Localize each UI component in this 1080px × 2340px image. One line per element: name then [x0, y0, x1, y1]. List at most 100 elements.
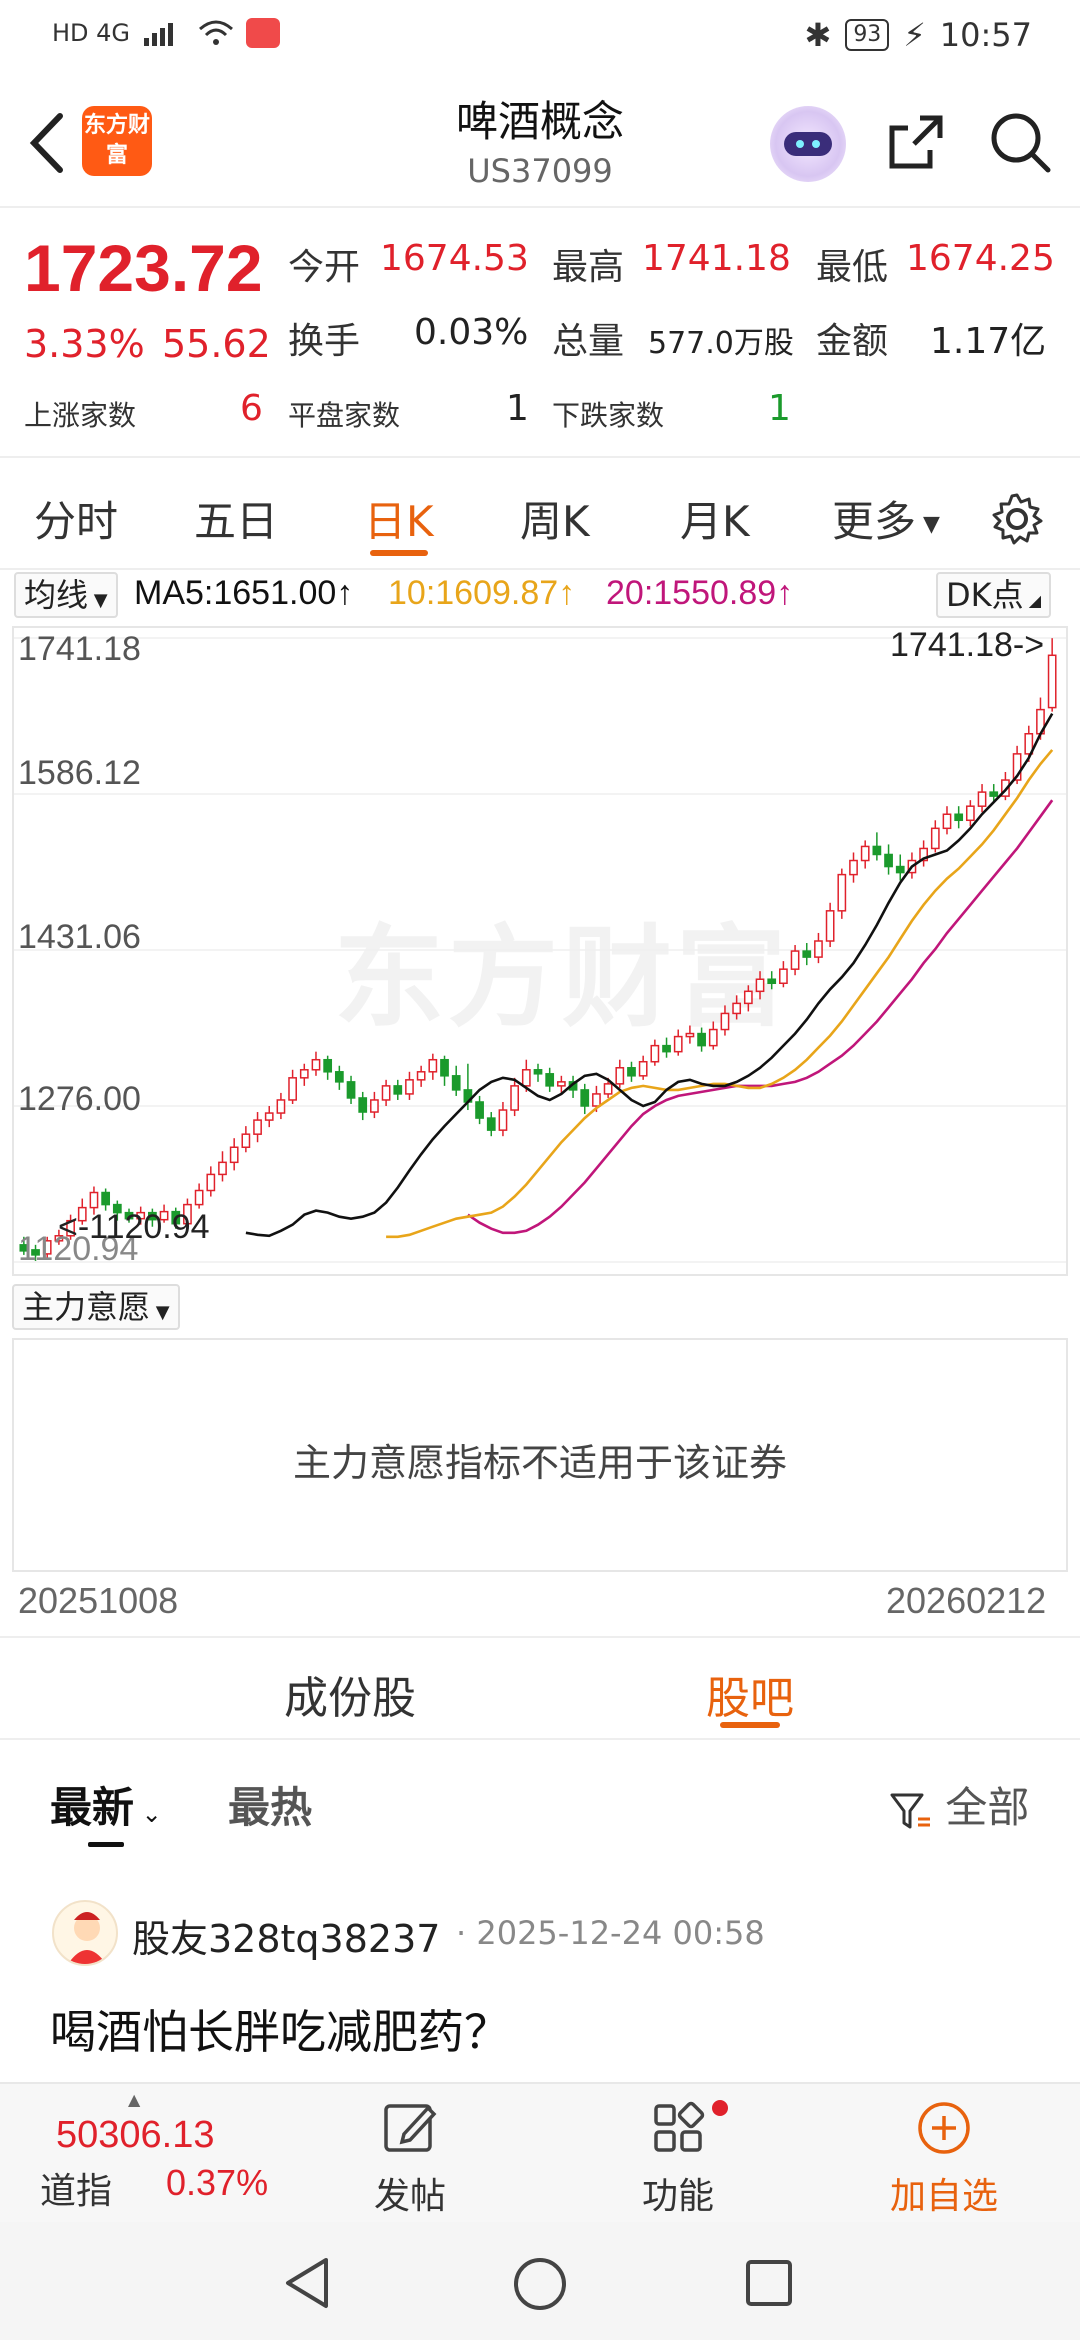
candle-down	[393, 1085, 403, 1095]
divider	[0, 456, 1080, 458]
post-label: 发帖	[373, 2176, 446, 2217]
tab-constituents[interactable]: 成份股	[284, 1662, 416, 1726]
low-value: 1674.25	[906, 238, 1055, 279]
sort-latest[interactable]: 最新 ⌄	[50, 1774, 162, 1835]
candle-up	[942, 813, 952, 830]
ma10-value: 10:1609.87↑	[388, 574, 575, 613]
tab-forum[interactable]: 股吧	[706, 1662, 794, 1726]
down-count-label: 下跌家数	[552, 399, 665, 432]
avatar[interactable]	[52, 1900, 118, 1966]
active-tab-indicator	[720, 1722, 780, 1728]
candle-up	[556, 1081, 566, 1087]
index-value[interactable]: 50306.13	[56, 2114, 215, 2157]
gear-icon[interactable]	[990, 492, 1044, 546]
expand-caret-icon[interactable]: ▲	[128, 2090, 140, 2109]
post-time: · 2025-12-24 00:58	[456, 1914, 765, 1952]
candle-down	[475, 1101, 484, 1119]
arrow-up-icon: ↑	[776, 574, 794, 612]
caret-down-icon: ▼	[88, 590, 108, 611]
index-change: 0.37%	[166, 2162, 269, 2203]
y-tick: 1276.00	[18, 1080, 141, 1118]
candle-down	[101, 1191, 111, 1206]
change-percent: 3.33%	[24, 322, 145, 366]
date-end: 20260212	[886, 1580, 1047, 1621]
dk-label: DK点	[946, 576, 1024, 614]
add-watchlist-button[interactable]: 加自选	[884, 2098, 1004, 2219]
tab-daily-k[interactable]: 日K	[364, 488, 434, 549]
change-value: 55.62	[162, 322, 271, 366]
nav-home-icon[interactable]	[512, 2256, 568, 2312]
turnover-value: 0.03%	[414, 312, 529, 353]
avatar-figure-icon	[68, 1912, 106, 1964]
tab-more[interactable]: 更多 ▼	[832, 488, 940, 549]
candle-up	[288, 1077, 297, 1101]
turnover-label: 换手	[288, 321, 361, 362]
apps-grid-icon	[654, 2101, 705, 2152]
post-title[interactable]: 喝酒怕长胖吃减肥药？	[50, 1996, 510, 2062]
ma5-line	[245, 712, 1054, 1238]
candle-up	[615, 1067, 625, 1085]
system-nav-bar	[0, 2222, 1080, 2340]
share-icon[interactable]	[884, 110, 948, 174]
post-button[interactable]: 发帖	[364, 2098, 456, 2219]
candle-down	[486, 1117, 496, 1131]
candle-down	[802, 950, 812, 958]
indicator-selector[interactable]: 主力意愿 ▼	[12, 1284, 180, 1330]
sort-latest-label: 最新	[50, 1783, 135, 1832]
nav-back-icon[interactable]	[282, 2256, 332, 2310]
candle-up	[779, 968, 788, 985]
add-watchlist-label: 加自选	[889, 2176, 998, 2217]
y-tick: 1741.18	[18, 630, 141, 668]
header: 东方财富 啤酒概念 US37099	[0, 72, 1080, 208]
arrow-up-icon: ↑	[336, 574, 354, 612]
candle-up	[790, 950, 800, 970]
high-value: 1741.18	[642, 238, 791, 279]
candle-down	[545, 1073, 555, 1087]
tab-intraday[interactable]: 分时	[34, 488, 118, 549]
tab-monthly-k[interactable]: 月K	[680, 488, 750, 549]
kline-chart[interactable]: 东方财富 1741.18 1586.12 1431.06 1276.00 112…	[12, 626, 1068, 1276]
battery-level: 93	[845, 19, 890, 51]
candle-up	[977, 791, 987, 807]
nav-recents-icon[interactable]	[744, 2258, 794, 2308]
candle-down	[580, 1089, 590, 1107]
ma-selector-label: 均线	[24, 576, 89, 614]
corner-triangle-icon: ◢	[1023, 591, 1042, 610]
candle-up	[510, 1085, 520, 1111]
candle-up	[743, 990, 753, 1005]
candle-up	[498, 1109, 508, 1131]
candle-down	[334, 1071, 344, 1083]
function-button[interactable]: 功能	[632, 2098, 728, 2219]
candle-down	[884, 853, 893, 868]
ma20-label: 20:1550.89	[606, 574, 777, 612]
candle-up	[755, 978, 765, 993]
volume-value: 577.0万股	[648, 326, 794, 361]
candle-up	[416, 1071, 426, 1081]
candle-up	[89, 1191, 99, 1209]
candle-up	[276, 1099, 286, 1114]
tab-five-day[interactable]: 五日	[194, 488, 278, 549]
assistant-robot-icon[interactable]	[770, 106, 846, 182]
filter-all-label: 全部	[945, 1783, 1030, 1832]
volume-label: 总量	[552, 321, 625, 362]
high-label: 最高	[552, 247, 625, 288]
candle-down	[533, 1069, 543, 1075]
index-name: 道指	[40, 2171, 113, 2212]
candle-up	[849, 859, 858, 876]
open-value: 1674.53	[380, 238, 529, 279]
clock: 10:57	[939, 16, 1032, 54]
filter-all[interactable]: 全部	[888, 1774, 1029, 1835]
search-icon[interactable]	[988, 110, 1052, 174]
low-marker: <-1120.94	[58, 1208, 210, 1246]
dk-point-button[interactable]: DK点 ◢	[936, 572, 1052, 618]
tab-weekly-k[interactable]: 周K	[520, 488, 590, 549]
app-notification-icon	[246, 18, 281, 48]
post-username[interactable]: 股友328tq38237	[132, 1908, 440, 1963]
candle-up	[685, 1032, 695, 1038]
bluetooth-icon: ✱	[804, 16, 832, 54]
candle-up	[673, 1035, 683, 1053]
candle-up	[837, 873, 847, 912]
ma-selector[interactable]: 均线 ▼	[14, 572, 118, 618]
low-label: 最低	[816, 247, 889, 288]
sort-hot[interactable]: 最热	[228, 1774, 312, 1835]
